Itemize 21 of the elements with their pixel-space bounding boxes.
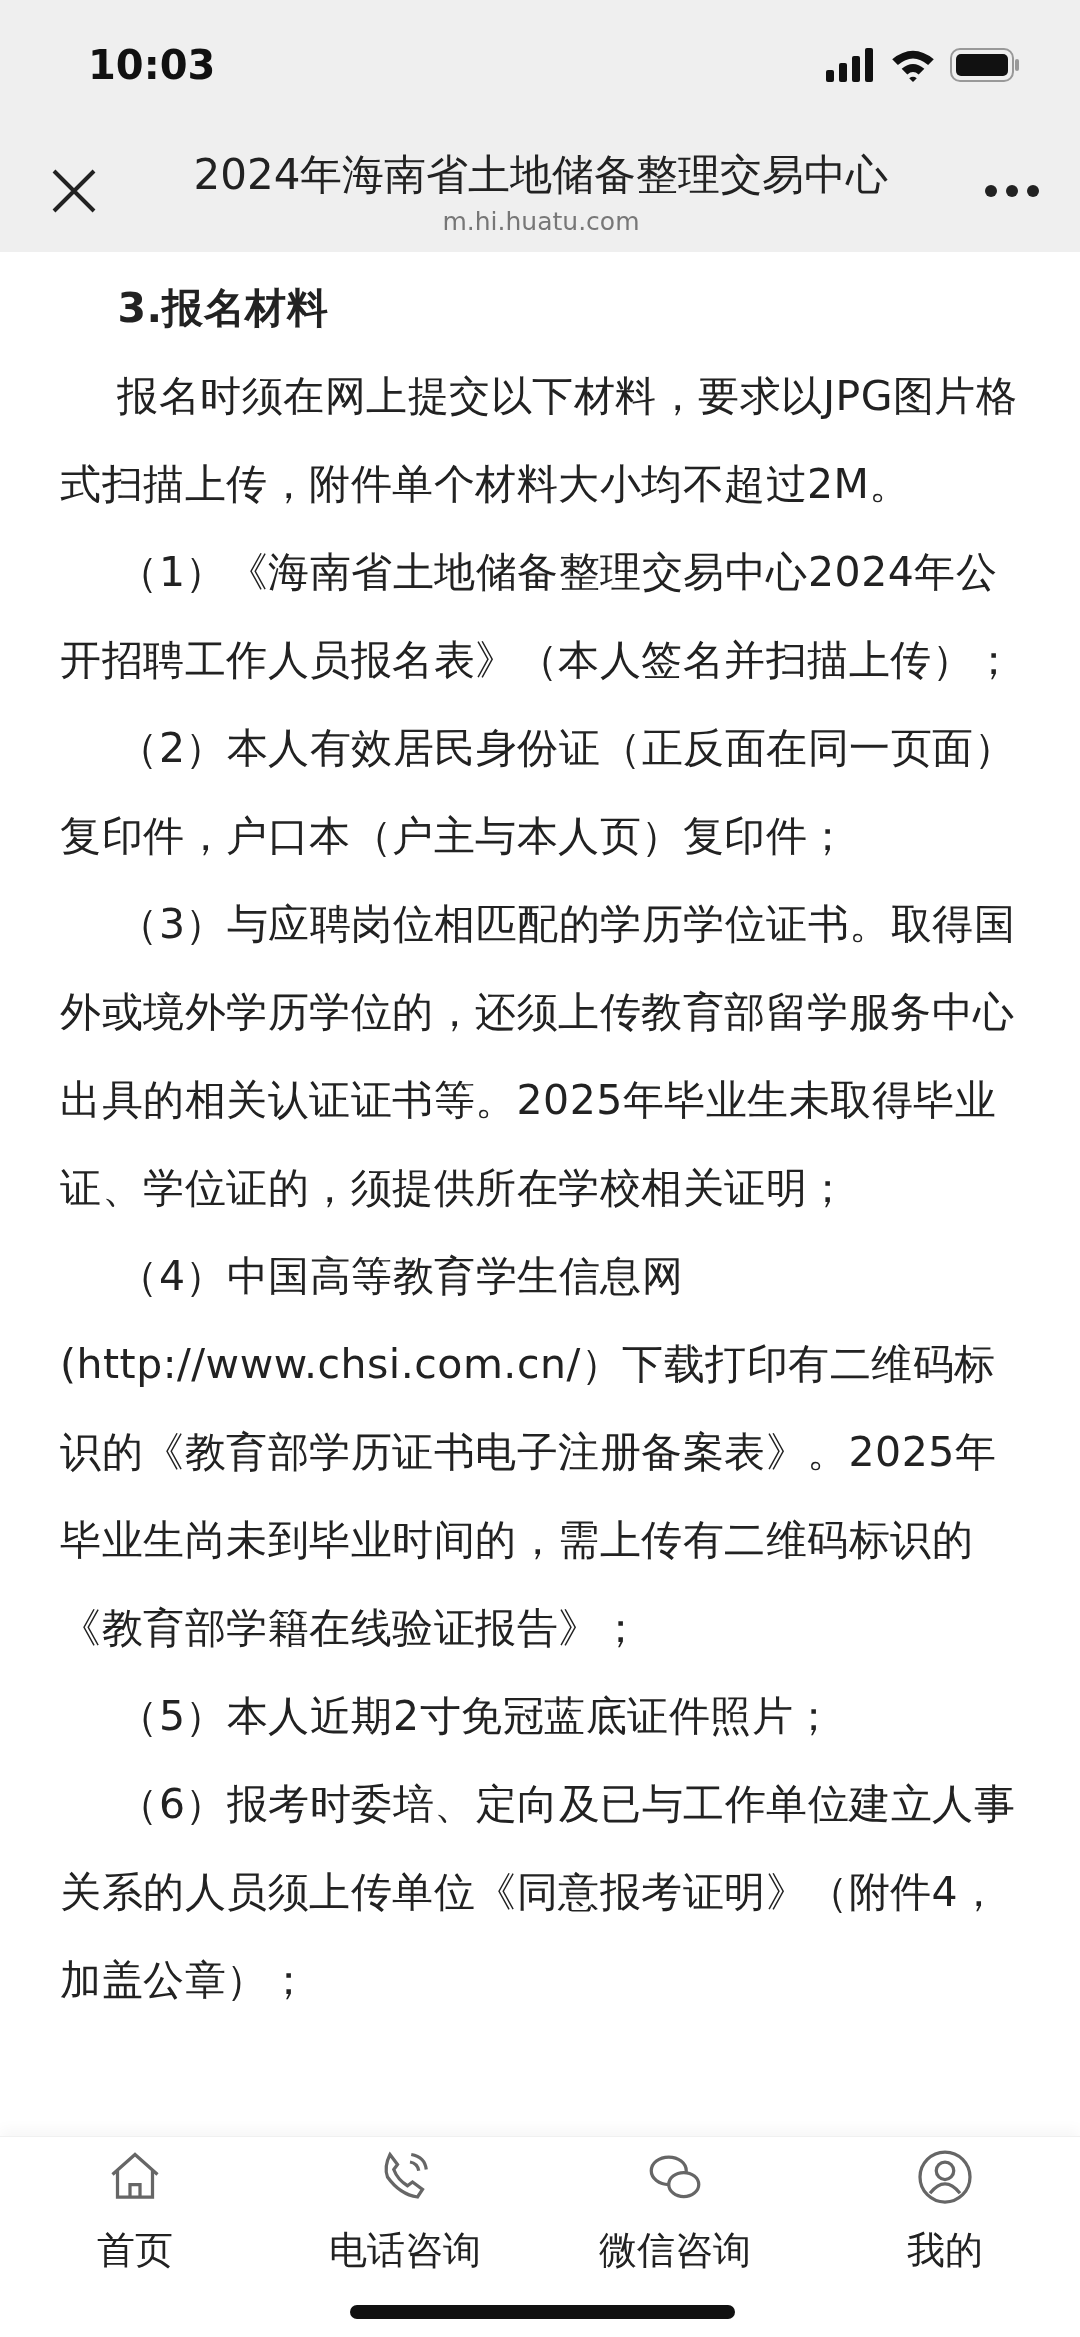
page-domain: m.hi.huatu.com (442, 206, 640, 236)
paragraph: （5）本人近期2寸免冠蓝底证件照片； (116, 1691, 836, 1742)
user-icon (915, 2147, 975, 2207)
page-title: 2024年海南省土地储备整理交易中心 (193, 148, 889, 201)
paragraph: （2）本人有效居民身份证（正反面在同一页面）复印件，户口本（户主与本人页）复印件； (60, 723, 1017, 862)
close-icon[interactable] (50, 167, 98, 215)
nav-tab[interactable]: 微信咨询 (540, 2147, 810, 2337)
signal-icon (826, 48, 876, 82)
paragraph: 报名时须在网上提交以下材料，要求以JPG图片格式扫描上传，附件单个材料大小均不超过2M。 (60, 371, 1018, 510)
paragraph: （1）《海南省土地储备整理交易中心2024年公开招聘工作人员报名表》（本人签名并扫描上传）； (60, 547, 1016, 686)
battery-icon (950, 48, 1020, 82)
section-heading: 3.报名材料 (116, 283, 330, 334)
more-icon[interactable] (984, 184, 1040, 198)
paragraph: （6）报考时委培、定向及已与工作单位建立人事关系的人员须上传单位《同意报考证明》（附件4，加盖公章）； (60, 1779, 1017, 2006)
paragraph: （3）与应聘岗位相匹配的学历学位证书。取得国外或境外学历学位的，还须上传教育部留学服务中心出具的相关认证证书等。2025年毕业生未取得毕业证、学位证的，须提供所在学校相关证明； (60, 899, 1017, 1214)
nav-tab[interactable]: 我的 (810, 2147, 1080, 2337)
wifi-icon (890, 48, 936, 82)
nav-tab[interactable]: 首页 (0, 2147, 270, 2337)
status-time: 10:03 (88, 42, 216, 88)
paragraph: （4）中国高等教育学生信息网(http://www.chsi.com.cn/）下载打印有二维码标识的《教育部学历证书电子注册备案表》。2025年毕业生尚未到毕业时间的，需上传有二维码标识的《教育部学籍在线验证报告》； (60, 1251, 998, 1654)
nav-tab[interactable]: 电话咨询 (270, 2147, 540, 2337)
